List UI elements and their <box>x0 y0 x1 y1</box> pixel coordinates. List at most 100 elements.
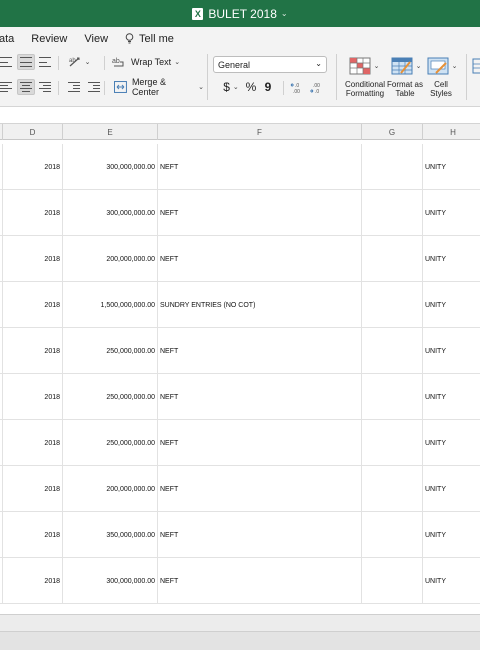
cell-amount[interactable]: 200,000,000.00 <box>63 466 158 512</box>
align-center-icon[interactable] <box>17 79 35 95</box>
cell-g[interactable] <box>362 512 423 558</box>
cell-h[interactable]: UNITY <box>423 466 480 512</box>
merge-center-button[interactable]: Merge & Center ⌄ <box>114 77 204 97</box>
svg-text:.0: .0 <box>315 89 319 94</box>
cell-year[interactable]: 2018 <box>3 236 63 282</box>
increase-indent-icon[interactable] <box>86 80 102 94</box>
cell-h[interactable]: UNITY <box>423 512 480 558</box>
cell-year[interactable]: 2018 <box>3 328 63 374</box>
cell-description[interactable]: SUNDRY ENTRIES (NO COT) <box>158 282 362 328</box>
comma-symbol: 9 <box>264 80 272 94</box>
table-row: 2018 300,000,000.00 NEFT UNITY <box>0 558 480 604</box>
tab-view[interactable]: View <box>84 33 108 45</box>
column-header-e[interactable]: E <box>63 124 158 140</box>
cell-description[interactable]: NEFT <box>158 512 362 558</box>
title-chevron-icon[interactable]: ⌄ <box>281 9 288 18</box>
cell-g[interactable] <box>362 420 423 466</box>
percent-symbol: % <box>245 80 257 94</box>
cell-h[interactable]: UNITY <box>423 420 480 466</box>
comma-style-button[interactable]: 9 <box>262 80 274 94</box>
cell-amount[interactable]: 1,500,000,000.00 <box>63 282 158 328</box>
cell-g[interactable] <box>362 466 423 512</box>
cell-h[interactable]: UNITY <box>423 236 480 282</box>
column-header-h[interactable]: H <box>423 124 480 140</box>
cell-styles-icon <box>427 57 449 75</box>
conditional-formatting-dropdown-icon: ⌄ <box>373 63 380 70</box>
column-header-d[interactable]: D <box>3 124 63 140</box>
number-format-select[interactable]: General ⌄ <box>213 56 327 73</box>
cell-year[interactable]: 2018 <box>3 374 63 420</box>
cell-description[interactable]: NEFT <box>158 466 362 512</box>
insert-cells-button[interactable] <box>472 56 480 76</box>
status-bar <box>0 631 480 650</box>
tab-review[interactable]: Review <box>31 33 67 45</box>
align-top-icon[interactable] <box>0 55 14 69</box>
increase-decimal-button[interactable]: .0.00 <box>290 81 306 95</box>
orientation-button[interactable]: ab ⌄ <box>66 55 92 69</box>
wrap-text-button[interactable]: ab Wrap Text ⌄ <box>112 55 182 69</box>
cell-g[interactable] <box>362 328 423 374</box>
tell-me-search[interactable]: Tell me <box>125 33 174 45</box>
cell-h[interactable]: UNITY <box>423 328 480 374</box>
format-as-table-button[interactable]: ⌄ <box>388 55 424 77</box>
cell-description[interactable]: NEFT <box>158 374 362 420</box>
cell-g[interactable] <box>362 374 423 420</box>
cell-year[interactable]: 2018 <box>3 466 63 512</box>
align-left-icon[interactable] <box>0 80 14 94</box>
cell-amount[interactable]: 300,000,000.00 <box>63 190 158 236</box>
cell-g[interactable] <box>362 190 423 236</box>
cell-description[interactable]: NEFT <box>158 558 362 604</box>
cell-description[interactable]: NEFT <box>158 328 362 374</box>
table-row: 2018 250,000,000.00 NEFT UNITY <box>0 328 480 374</box>
cell-g[interactable] <box>362 558 423 604</box>
ribbon-home: ab ⌄ ab Wrap Text ⌄ Merge & Center ⌄ Gen… <box>0 50 480 107</box>
cell-amount[interactable]: 250,000,000.00 <box>63 420 158 466</box>
window-title: BULET 2018 <box>208 6 277 21</box>
formula-bar[interactable] <box>0 107 480 124</box>
cell-year[interactable]: 2018 <box>3 144 63 190</box>
align-bottom-icon[interactable] <box>37 55 53 69</box>
column-header-g[interactable]: G <box>362 124 423 140</box>
cell-year[interactable]: 2018 <box>3 190 63 236</box>
cell-amount[interactable]: 300,000,000.00 <box>63 144 158 190</box>
insert-cells-icon <box>472 58 480 74</box>
cell-g[interactable] <box>362 236 423 282</box>
tab-data[interactable]: ata <box>0 33 14 45</box>
cell-description[interactable]: NEFT <box>158 420 362 466</box>
cell-amount[interactable]: 200,000,000.00 <box>63 236 158 282</box>
cell-year[interactable]: 2018 <box>3 512 63 558</box>
increase-decimal-icon: .0.00 <box>290 83 300 94</box>
align-right-icon[interactable] <box>37 80 53 94</box>
cell-styles-button[interactable]: ⌄ <box>424 55 460 77</box>
conditional-formatting-button[interactable]: ⌄ <box>346 55 382 77</box>
excel-document-icon: X <box>192 7 204 20</box>
cell-h[interactable]: UNITY <box>423 190 480 236</box>
cell-amount[interactable]: 250,000,000.00 <box>63 374 158 420</box>
cell-description[interactable]: NEFT <box>158 236 362 282</box>
cell-g[interactable] <box>362 144 423 190</box>
ribbon-tabs: ata Review View Tell me <box>0 27 480 50</box>
sheet-tab-bar[interactable] <box>0 614 480 631</box>
align-middle-icon[interactable] <box>17 54 35 70</box>
column-header-f[interactable]: F <box>158 124 362 140</box>
cell-g[interactable] <box>362 282 423 328</box>
cell-year[interactable]: 2018 <box>3 282 63 328</box>
cell-amount[interactable]: 300,000,000.00 <box>63 558 158 604</box>
cell-h[interactable]: UNITY <box>423 282 480 328</box>
cell-amount[interactable]: 250,000,000.00 <box>63 328 158 374</box>
cell-description[interactable]: NEFT <box>158 144 362 190</box>
decrease-indent-icon[interactable] <box>66 80 82 94</box>
spreadsheet-grid[interactable]: 2018 300,000,000.00 NEFT UNITY 2018 300,… <box>0 140 480 614</box>
percent-button[interactable]: % <box>244 80 258 94</box>
cell-year[interactable]: 2018 <box>3 558 63 604</box>
cell-description[interactable]: NEFT <box>158 190 362 236</box>
svg-text:.00: .00 <box>293 89 300 94</box>
cell-amount[interactable]: 350,000,000.00 <box>63 512 158 558</box>
cell-h[interactable]: UNITY <box>423 144 480 190</box>
currency-button[interactable]: $ ⌄ <box>218 80 244 94</box>
decrease-decimal-button[interactable]: .00.0 <box>309 81 325 95</box>
cell-year[interactable]: 2018 <box>3 420 63 466</box>
cell-h[interactable]: UNITY <box>423 558 480 604</box>
cell-h[interactable]: UNITY <box>423 374 480 420</box>
table-row: 2018 250,000,000.00 NEFT UNITY <box>0 374 480 420</box>
